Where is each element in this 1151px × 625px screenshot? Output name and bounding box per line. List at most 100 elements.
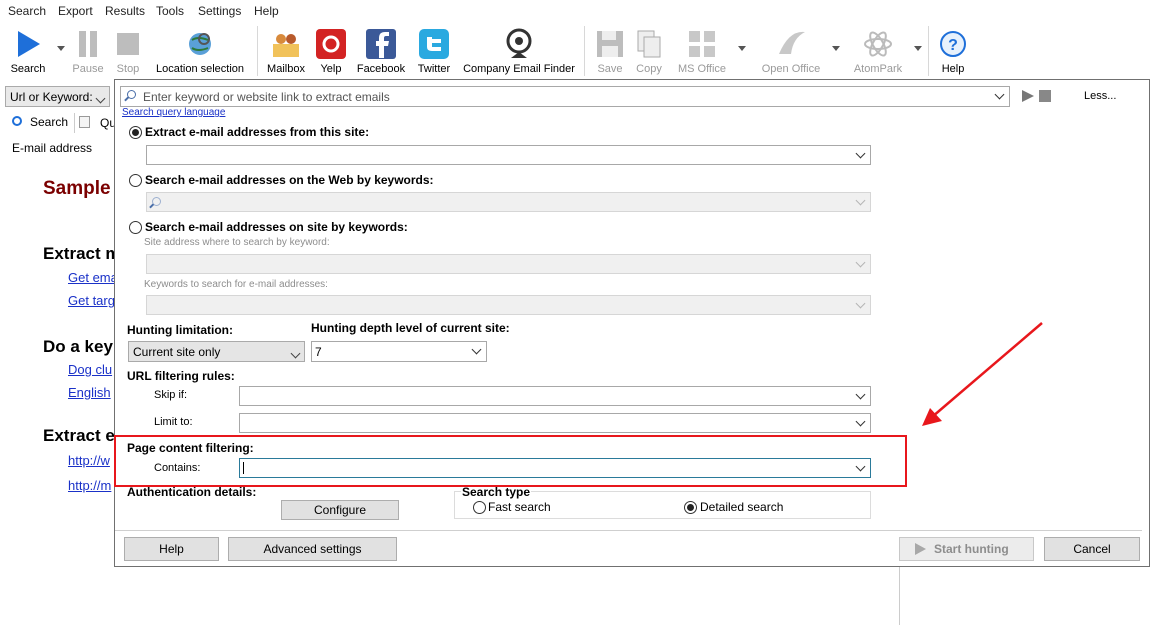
atompark-dropdown-arrow[interactable] bbox=[914, 46, 922, 51]
radio-fast-search[interactable] bbox=[473, 501, 486, 514]
radio-detailed-search[interactable] bbox=[684, 501, 697, 514]
start-hunting-button[interactable]: Start hunting bbox=[899, 537, 1034, 561]
facebook-icon bbox=[366, 29, 396, 59]
ms-office-button[interactable]: MS Office bbox=[672, 26, 732, 78]
tab-query[interactable]: Qu bbox=[74, 113, 116, 133]
ms-office-dropdown-arrow[interactable] bbox=[738, 46, 746, 51]
search-icon bbox=[127, 90, 136, 99]
highlight-box bbox=[114, 435, 907, 487]
radio-extract-site[interactable] bbox=[129, 126, 142, 139]
advanced-settings-button[interactable]: Advanced settings bbox=[228, 537, 397, 561]
atompark-button[interactable]: AtomPark bbox=[848, 26, 908, 78]
yelp-button[interactable]: Yelp bbox=[314, 26, 348, 78]
depth-label: Hunting depth level of current site: bbox=[311, 321, 510, 335]
menu-settings[interactable]: Settings bbox=[198, 4, 241, 18]
globe-search-icon bbox=[189, 33, 211, 55]
copy-icon bbox=[637, 30, 661, 58]
skip-if-label: Skip if: bbox=[154, 389, 188, 401]
sample-heading: Sample bbox=[43, 178, 111, 199]
pause-icon bbox=[79, 31, 97, 57]
hunting-dialog: Enter keyword or website link to extract… bbox=[114, 79, 1150, 567]
yelp-icon bbox=[316, 29, 346, 59]
floppy-icon bbox=[597, 31, 623, 57]
search-query-language-link[interactable]: Search query language bbox=[122, 107, 225, 118]
keyword-heading: Do a key bbox=[43, 337, 113, 356]
link-dog[interactable]: Dog clu bbox=[68, 362, 112, 377]
link-http-1[interactable]: http://w bbox=[68, 453, 110, 468]
site-address-select[interactable] bbox=[146, 254, 871, 274]
menu-export[interactable]: Export bbox=[58, 4, 93, 18]
depth-select[interactable]: 7 bbox=[311, 341, 487, 362]
left-pane: Url or Keyword: Search Qu E-mail address… bbox=[0, 80, 120, 625]
limit-to-select[interactable] bbox=[239, 413, 871, 433]
save-button[interactable]: Save bbox=[590, 26, 630, 78]
stop-icon bbox=[117, 33, 139, 55]
search-button[interactable]: Search bbox=[6, 26, 50, 78]
hunting-limitation-label: Hunting limitation: bbox=[127, 323, 233, 337]
toolbar-separator bbox=[584, 26, 585, 76]
menu-bar: Search Export Results Tools Settings Hel… bbox=[0, 0, 1151, 22]
play-icon[interactable] bbox=[1021, 89, 1035, 103]
background-pane bbox=[114, 567, 900, 625]
option-extract-site-label: Extract e-mail addresses from this site: bbox=[145, 125, 370, 139]
configure-button[interactable]: Configure bbox=[281, 500, 399, 520]
twitter-icon bbox=[419, 29, 449, 59]
web-keywords-select[interactable] bbox=[146, 192, 871, 212]
option-site-keywords-label: Search e-mail addresses on site by keywo… bbox=[145, 220, 408, 234]
webcam-icon bbox=[506, 28, 532, 58]
open-office-button[interactable]: Open Office bbox=[754, 26, 828, 78]
open-office-icon bbox=[779, 31, 805, 54]
menu-search[interactable]: Search bbox=[8, 4, 46, 18]
company-email-finder-button[interactable]: Company Email Finder bbox=[460, 26, 578, 78]
keyword-input[interactable]: Enter keyword or website link to extract… bbox=[120, 86, 1010, 107]
stop-icon[interactable] bbox=[1039, 90, 1052, 103]
menu-tools[interactable]: Tools bbox=[156, 4, 184, 18]
link-get-email[interactable]: Get ema bbox=[68, 270, 118, 285]
hunting-limitation-select[interactable]: Current site only bbox=[128, 341, 305, 362]
toolbar-separator bbox=[928, 26, 929, 76]
link-http-2[interactable]: http://m bbox=[68, 478, 111, 493]
option-web-keywords-label: Search e-mail addresses on the Web by ke… bbox=[145, 173, 434, 187]
site-keywords-select[interactable] bbox=[146, 295, 871, 315]
twitter-button[interactable]: Twitter bbox=[412, 26, 456, 78]
radio-site-keywords[interactable] bbox=[129, 221, 142, 234]
stop-button[interactable]: Stop bbox=[108, 26, 148, 78]
pause-button[interactable]: Pause bbox=[68, 26, 108, 78]
fast-search-label: Fast search bbox=[488, 500, 551, 514]
play-icon bbox=[915, 543, 926, 555]
link-english[interactable]: English bbox=[68, 385, 111, 400]
email-address-label: E-mail address bbox=[12, 141, 93, 155]
help-button[interactable]: ? Help bbox=[934, 26, 972, 78]
facebook-button[interactable]: Facebook bbox=[354, 26, 408, 78]
atom-icon bbox=[864, 31, 892, 57]
search-icon bbox=[12, 116, 22, 126]
mode-select[interactable]: Url or Keyword: bbox=[5, 86, 110, 107]
limit-to-label: Limit to: bbox=[154, 416, 193, 428]
menu-results[interactable]: Results bbox=[105, 4, 145, 18]
site-url-select[interactable] bbox=[146, 145, 871, 165]
keywords-label: Keywords to search for e-mail addresses: bbox=[144, 279, 328, 290]
extract-heading-2: Extract e bbox=[43, 426, 115, 445]
location-selection-button[interactable]: Location selection bbox=[150, 26, 250, 78]
mailbox-button[interactable]: Mailbox bbox=[262, 26, 310, 78]
toolbar: Search Pause Stop Location selection Mai… bbox=[0, 22, 1151, 78]
menu-help[interactable]: Help bbox=[254, 4, 279, 18]
dialog-divider bbox=[115, 530, 1142, 531]
skip-if-select[interactable] bbox=[239, 386, 871, 406]
search-icon bbox=[152, 197, 161, 206]
copy-button[interactable]: Copy bbox=[630, 26, 668, 78]
svg-text:?: ? bbox=[948, 37, 958, 54]
detailed-search-label: Detailed search bbox=[700, 500, 784, 514]
url-filtering-label: URL filtering rules: bbox=[127, 369, 235, 383]
open-office-dropdown-arrow[interactable] bbox=[832, 46, 840, 51]
search-dropdown-arrow[interactable] bbox=[57, 46, 65, 51]
link-get-target[interactable]: Get targ bbox=[68, 293, 115, 308]
ms-office-icon bbox=[689, 31, 715, 57]
help-dialog-button[interactable]: Help bbox=[124, 537, 219, 561]
cancel-button[interactable]: Cancel bbox=[1044, 537, 1140, 561]
less-button[interactable]: Less... bbox=[1084, 90, 1116, 102]
authentication-label: Authentication details: bbox=[127, 485, 257, 499]
radio-web-keywords[interactable] bbox=[129, 174, 142, 187]
help-icon: ? bbox=[940, 31, 966, 57]
site-address-label: Site address where to search by keyword: bbox=[144, 237, 330, 248]
